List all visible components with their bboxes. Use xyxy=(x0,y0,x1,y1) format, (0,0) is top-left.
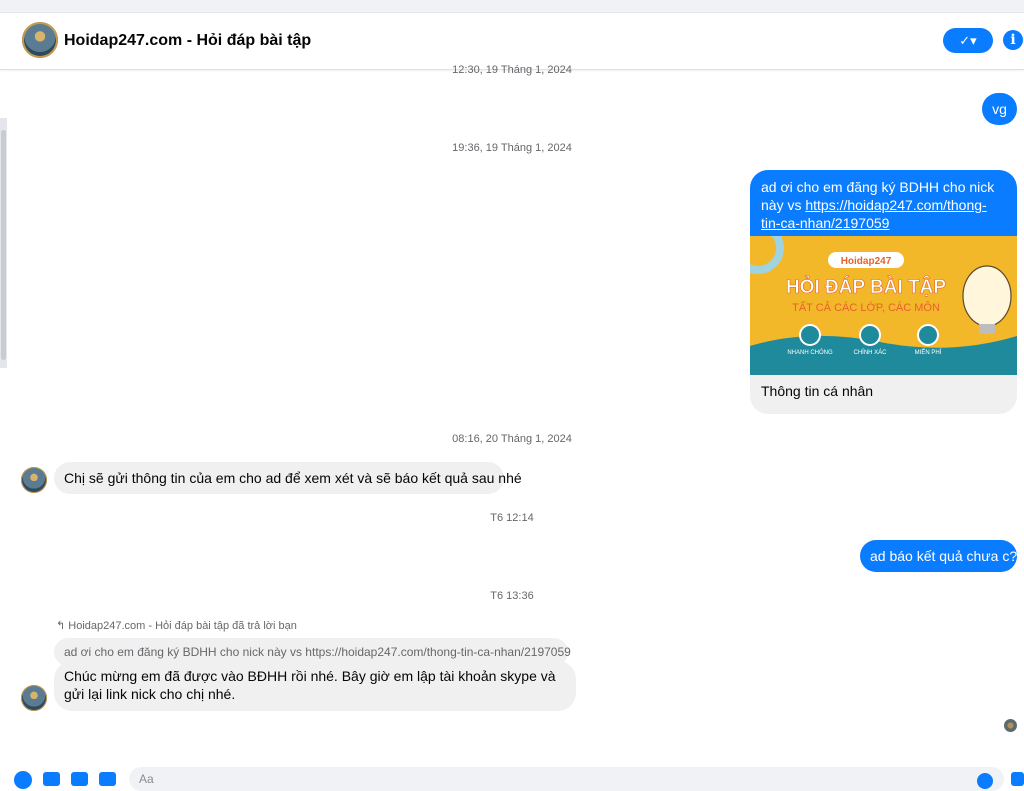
contact-avatar-small[interactable] xyxy=(21,685,47,711)
outgoing-message[interactable]: ad báo kết quả chưa c? xyxy=(860,540,1017,572)
incoming-message[interactable]: Chị sẽ gửi thông tin của em cho ad để xe… xyxy=(54,462,522,494)
composer: Aa xyxy=(0,764,1024,791)
timestamp: 12:30, 19 Tháng 1, 2024 xyxy=(452,64,572,76)
reply-indicator: ↰ Hoidap247.com - Hỏi đáp bài tập đã trả… xyxy=(56,620,297,632)
window-top-strip xyxy=(0,0,1024,13)
timestamp: T6 13:36 xyxy=(490,590,534,602)
media-icon[interactable] xyxy=(43,772,60,786)
banner-title: HỎI ĐÁP BÀI TẬP xyxy=(786,276,946,298)
outgoing-message[interactable]: vg xyxy=(982,93,1017,125)
seen-avatar xyxy=(1004,719,1017,732)
plus-icon[interactable] xyxy=(14,771,32,789)
sticker-icon[interactable] xyxy=(71,772,88,786)
banner-brand: Hoidap247 xyxy=(841,256,892,267)
message-input[interactable]: Aa xyxy=(129,767,1004,791)
contact-avatar[interactable] xyxy=(22,22,58,58)
incoming-message[interactable]: Chúc mừng em đã được vào BĐHH rồi nhé. B… xyxy=(54,661,576,711)
banner-feature: MIỄN PHÍ xyxy=(915,349,942,356)
timestamp: 19:36, 19 Tháng 1, 2024 xyxy=(452,142,572,154)
contact-name[interactable]: Hoidap247.com - Hỏi đáp bài tập xyxy=(64,32,311,50)
banner-feature: NHANH CHÓNG xyxy=(787,349,833,356)
banner-feature: CHÍNH XÁC xyxy=(853,349,887,356)
message-list: 12:30, 19 Tháng 1, 2024 vg 19:36, 19 Thá… xyxy=(0,64,1024,760)
mark-done-button[interactable]: ✓▾ xyxy=(943,28,993,53)
info-icon[interactable]: i xyxy=(1003,30,1023,50)
gif-icon[interactable] xyxy=(99,772,116,786)
timestamp: T6 12:14 xyxy=(490,512,534,524)
timestamp: 08:16, 20 Tháng 1, 2024 xyxy=(452,433,572,445)
banner-subtitle: TẤT CẢ CÁC LỚP, CÁC MÔN xyxy=(792,301,940,314)
contact-avatar-small[interactable] xyxy=(21,467,47,493)
link-preview-caption[interactable]: Thông tin cá nhân xyxy=(761,383,873,399)
link-preview-message[interactable]: ad ơi cho em đăng ký BDHH cho nick này v… xyxy=(750,170,1017,414)
chat-header: Hoidap247.com - Hỏi đáp bài tập ✓▾ i xyxy=(0,13,1024,70)
like-icon[interactable] xyxy=(1011,772,1024,786)
reply-arrow-icon: ↰ xyxy=(56,620,69,632)
emoji-icon[interactable] xyxy=(977,773,993,789)
hoidap-banner: Hoidap247 HỎI ĐÁP BÀI TẬP TẤT CẢ CÁC LỚP… xyxy=(750,236,1017,375)
link-message-text: ad ơi cho em đăng ký BDHH cho nick này v… xyxy=(750,170,1017,236)
link-preview-image[interactable]: Hoidap247 HỎI ĐÁP BÀI TẬP TẤT CẢ CÁC LỚP… xyxy=(750,236,1017,375)
